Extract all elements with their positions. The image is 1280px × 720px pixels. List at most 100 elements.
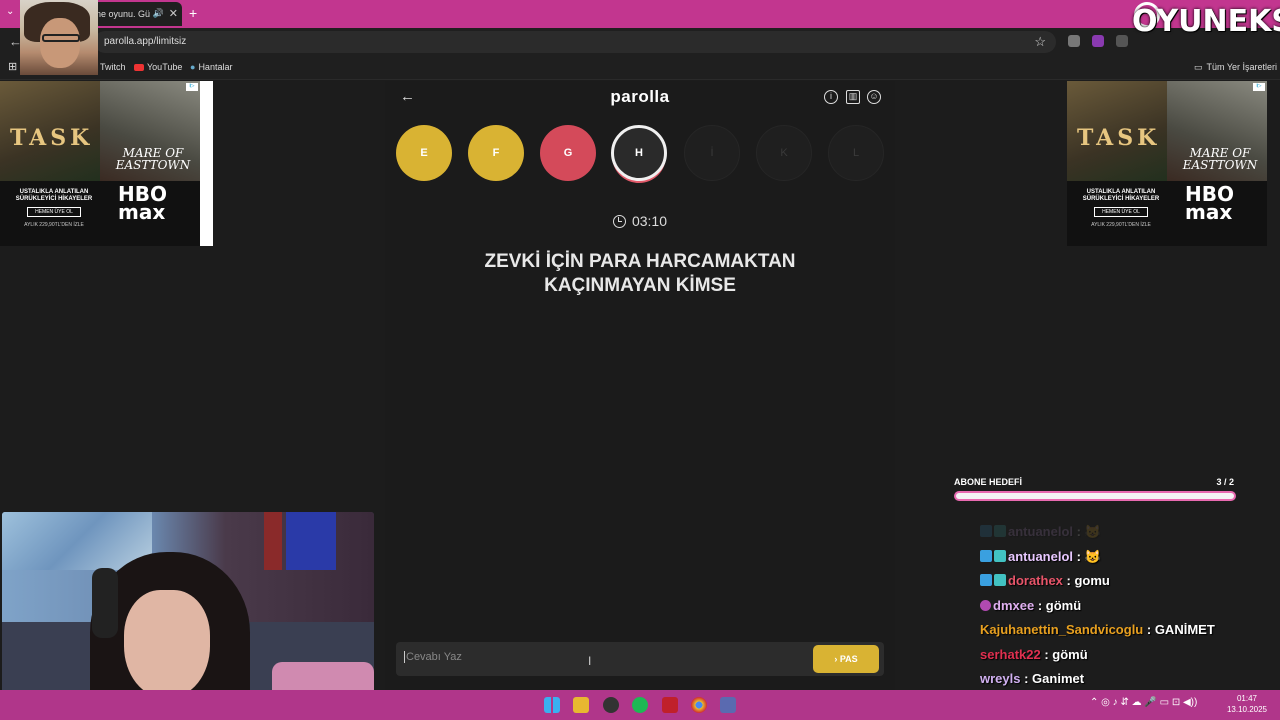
stats-icon[interactable]: ▥ [846, 90, 860, 104]
taskbar-clock[interactable]: 01:47 13.10.2025 [1222, 693, 1272, 715]
question-line: KAÇINMAYAN KİMSE [544, 275, 736, 296]
windows-start-icon[interactable] [544, 697, 560, 713]
chat-username[interactable]: Kajuhanettin_Sandvicoglu [980, 622, 1143, 637]
extension-icon[interactable] [1068, 35, 1080, 47]
app-icon[interactable] [662, 697, 678, 713]
tab-audio-icon[interactable]: 🔊 [153, 8, 164, 19]
all-bookmarks-label: Tüm Yer İşaretleri [1206, 62, 1278, 72]
chat-separator: : [1073, 548, 1085, 564]
bookmark-star-icon[interactable]: ☆ [1034, 34, 1046, 50]
sub-goal-widget: ABONE HEDEFİ 3 / 2 [954, 477, 1236, 501]
ad-border [200, 81, 213, 246]
browser-tab-bar: ⌄ ne oyunu. Gü 🔊 ✕ + [0, 0, 1280, 28]
chat-username[interactable]: dmxee [993, 598, 1034, 613]
browser-tab[interactable]: ne oyunu. Gü 🔊 ✕ [92, 2, 182, 26]
chat-text: gömü [1045, 597, 1082, 613]
tab-close-icon[interactable]: ✕ [169, 7, 178, 20]
system-tray[interactable]: ⌃ ◎ ♪ ⇵ ☁ 🎤 ▭ ⊡ ◀)) [1090, 697, 1197, 708]
extensions-puzzle-icon[interactable] [1116, 35, 1128, 47]
address-bar-row: parolla.app/limitsiz ☆ [0, 28, 1280, 56]
bookmark-youtube[interactable]: YouTube [134, 62, 182, 72]
adchoices-icon[interactable]: i▷ [1253, 83, 1265, 91]
chat-text: gömü [1052, 646, 1088, 662]
folder-icon: ▭ [1194, 62, 1203, 72]
chrome-icon[interactable] [691, 697, 707, 713]
chat-message: Kajuhanettin_Sandvicoglu : GANİMET [980, 622, 1270, 647]
ad-title-mare: MARE OF EASTTOWN [1182, 146, 1258, 172]
ad-title-task: TASK [10, 125, 94, 151]
sub-goal-fill [956, 493, 1234, 499]
chat-emote-icon: 😺 [1084, 524, 1101, 539]
hbo-max-logo: HBO max [1185, 182, 1234, 224]
chat-badge-icon [980, 525, 992, 537]
ad-title-task: TASK [1077, 125, 1161, 151]
chat-username[interactable]: wreyls [980, 671, 1020, 686]
chat-username[interactable]: serhatk22 [980, 647, 1041, 662]
pin-icon: ● [190, 62, 196, 72]
apps-grid-icon[interactable]: ⊞ [8, 60, 17, 73]
file-explorer-icon[interactable] [573, 697, 589, 713]
sub-goal-label: ABONE HEDEFİ [954, 477, 1023, 487]
all-bookmarks[interactable]: ▭ Tüm Yer İşaretleri [1194, 62, 1277, 73]
bookmark-twitch[interactable]: Twitch [100, 62, 126, 72]
adchoices-icon[interactable]: i▷ [186, 83, 198, 91]
ad-price: AYLIK 229,90TL'DEN İZLE [1091, 222, 1151, 228]
question-text: ZEVKİ İÇİN PARA HARCAMAKTAN KAÇINMAYAN K… [440, 250, 840, 298]
url-text[interactable]: parolla.app/limitsiz [104, 36, 186, 47]
chat-message: dorathex : gomu [980, 573, 1270, 598]
letter-current: H [611, 125, 667, 181]
chat-separator: : [1040, 646, 1053, 662]
bookmark-label: YouTube [147, 62, 183, 72]
chat-username[interactable]: antuanelol [1008, 549, 1073, 564]
letter-empty: K [756, 125, 812, 181]
info-icon[interactable]: i [824, 90, 838, 104]
question-line: ZEVKİ İÇİN PARA HARCAMAKTAN [484, 251, 796, 272]
chat-badge-icon [994, 574, 1006, 586]
game-brand: parolla [610, 87, 670, 106]
chat-separator: : [1034, 597, 1046, 613]
back-arrow-icon[interactable]: ← [400, 88, 415, 105]
timer-value: 03:10 [631, 213, 668, 229]
chat-username[interactable]: antuanelol [1008, 524, 1073, 539]
chat-separator: : [1073, 524, 1085, 539]
time: 01:47 [1236, 694, 1258, 703]
clock-icon [612, 215, 626, 228]
extension-icon[interactable] [1092, 35, 1104, 47]
new-tab-icon[interactable]: + [189, 5, 197, 21]
chat-text: GANİMET [1154, 622, 1215, 637]
chat-badge-icon [994, 525, 1006, 537]
chat-badge-icon [980, 599, 991, 611]
ad-title-mare: MARE OF EASTTOWN [115, 146, 191, 172]
youtube-icon [134, 64, 144, 71]
answer-input[interactable] [404, 651, 804, 663]
pass-button[interactable]: › PAS [813, 645, 879, 673]
spotify-icon[interactable] [632, 697, 648, 713]
bookmark-hantalar[interactable]: ● Hantalar [190, 62, 232, 72]
chat-separator: : [1020, 671, 1033, 686]
profile-icon[interactable]: ☺ [867, 90, 881, 104]
chat-separator: : [1143, 622, 1155, 637]
chat-badge-icon [980, 574, 992, 586]
pass-label: PAS [839, 654, 858, 664]
tab-list-icon[interactable]: ⌄ [6, 6, 14, 17]
ad-cta-button[interactable]: HEMEN ÜYE OL [1094, 207, 1148, 217]
ad-banner-left[interactable]: TASK MARE OF EASTTOWN USTALIKLA ANLATILA… [0, 81, 200, 246]
ad-banner-right[interactable]: TASK MARE OF EASTTOWN USTALIKLA ANLATILA… [1067, 81, 1267, 246]
hbo-max-logo: HBO max [118, 182, 167, 224]
chat-username[interactable]: dorathex [1008, 573, 1063, 588]
chat-badge-icon [980, 549, 992, 562]
channel-logo: OYUNEKS [1132, 4, 1280, 39]
text-cursor-icon: I [588, 654, 592, 668]
ad-cta-button[interactable]: HEMEN ÜYE OL [27, 207, 81, 217]
bookmarks-bar: ⊞ Twitch YouTube ● Hantalar ▭ Tüm Yer İşar… [0, 56, 1280, 80]
chat-separator: : [1062, 573, 1075, 588]
sub-goal-bar [954, 491, 1236, 501]
answer-box [396, 642, 884, 676]
obs-icon[interactable] [603, 697, 619, 713]
ad-price: AYLIK 229,90TL'DEN İZLE [24, 222, 84, 228]
url-box[interactable]: parolla.app/limitsiz ☆ [94, 31, 1056, 53]
chat-text: Ganimet [1032, 671, 1085, 686]
chat-message: dmxee : gömü [980, 598, 1270, 623]
app-icon[interactable] [720, 697, 736, 713]
letter-red: G [540, 125, 596, 181]
